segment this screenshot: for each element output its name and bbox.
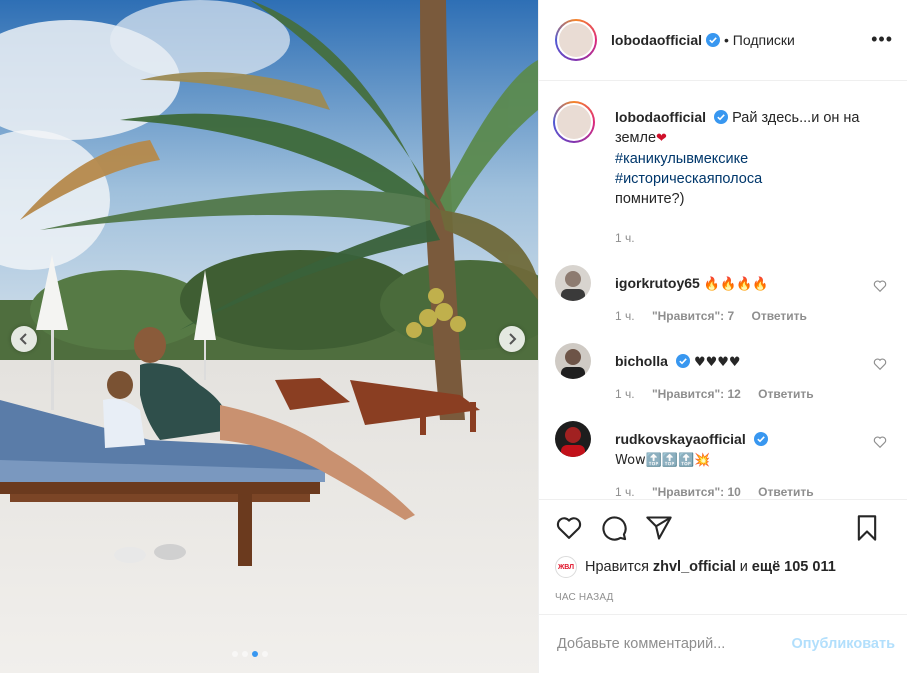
commenter-avatar[interactable] [555,421,591,457]
commenter-avatar[interactable] [555,265,591,301]
post-header: lobodaofficial • Подписки ••• [539,0,907,81]
comment-text: ♥♥♥♥ [693,355,741,370]
caption-time[interactable]: 1 ч. [615,231,635,245]
likes-prefix: Нравится [585,559,649,575]
comment-likes[interactable]: "Нравится": 10 [652,485,741,499]
carousel-prev-button[interactable] [11,326,37,352]
commenter-avatar[interactable] [555,343,591,379]
carousel-dot [242,651,248,657]
caption-tail-text: помните?) [615,191,685,207]
verified-badge-icon [753,432,768,446]
author-avatar[interactable] [555,19,597,61]
reply-button[interactable]: Ответить [758,387,813,401]
caption-author-avatar[interactable] [553,101,595,143]
post-photo[interactable] [0,0,538,673]
post-actions: ЖВЛ Нравится zhvl_official и ещё 105 011… [539,499,907,603]
comment-time[interactable]: 1 ч. [615,309,635,323]
author-username[interactable]: lobodaofficial [611,32,702,48]
liker-username[interactable]: zhvl_official [653,559,736,575]
bookmark-icon[interactable] [853,514,881,542]
add-comment-input[interactable] [557,636,792,652]
comments-list[interactable]: lobodaofficial Рай здесь...и он на земле… [539,81,907,499]
verified-badge-icon [714,110,729,124]
comment-text: Wow🔝🔝🔝💥 [615,453,711,468]
comment-text: 🔥🔥🔥🔥 [703,277,769,292]
carousel-dot [232,651,238,657]
commenter-username[interactable]: rudkovskayaofficial [615,431,746,447]
beach-scene-image [0,0,538,673]
comment-item: bicholla ♥♥♥♥ 1 ч. "Нравится": 12 Ответи… [555,343,891,401]
comment-item: igorkrutoy65 🔥🔥🔥🔥 1 ч. "Нравится": 7 Отв… [555,265,891,323]
comment-time[interactable]: 1 ч. [615,485,635,499]
post-caption: lobodaofficial Рай здесь...и он на земле… [553,81,891,245]
following-button[interactable]: • Подписки [724,32,795,48]
like-comment-heart-icon[interactable] [873,279,887,293]
like-heart-icon[interactable] [555,514,583,542]
red-heart-emoji: ❤ [656,131,667,146]
likes-summary: ЖВЛ Нравится zhvl_official и ещё 105 011 [555,556,891,578]
verified-badge-icon [706,33,720,47]
more-options-icon[interactable]: ••• [871,30,893,48]
like-comment-heart-icon[interactable] [873,357,887,371]
post-side-panel: lobodaofficial • Подписки ••• lobodaoffi… [538,0,907,673]
commenter-username[interactable]: igorkrutoy65 [615,275,700,291]
carousel-dot-active [252,651,258,657]
chevron-right-icon [509,333,517,345]
comment-bubble-icon[interactable] [600,514,628,542]
caption-author-username[interactable]: lobodaofficial [615,109,706,125]
commenter-username[interactable]: bicholla [615,353,668,369]
comment-time[interactable]: 1 ч. [615,387,635,401]
likes-count-link[interactable]: ещё 105 011 [752,559,836,575]
post-time-ago[interactable]: час назад [555,592,891,603]
verified-badge-icon [675,354,690,368]
hashtag-link[interactable]: #историческаяполоса [615,169,891,189]
likes-and: и [739,559,748,575]
add-comment-bar: Опубликовать [539,614,907,673]
like-comment-heart-icon[interactable] [873,435,887,449]
carousel-indicator [232,651,268,657]
hashtag-link[interactable]: #каникулывмексике [615,149,891,169]
reply-button[interactable]: Ответить [758,485,813,499]
reply-button[interactable]: Ответить [751,309,806,323]
liker-avatar[interactable]: ЖВЛ [555,556,577,578]
publish-button[interactable]: Опубликовать [791,636,895,652]
comment-likes[interactable]: "Нравится": 12 [652,387,741,401]
share-paper-plane-icon[interactable] [645,514,673,542]
chevron-left-icon [19,333,27,345]
comment-likes[interactable]: "Нравится": 7 [652,309,734,323]
carousel-dot [262,651,268,657]
comment-item: rudkovskayaofficial Wow🔝🔝🔝💥 1 ч. "Нравит… [555,421,891,499]
carousel-next-button[interactable] [499,326,525,352]
